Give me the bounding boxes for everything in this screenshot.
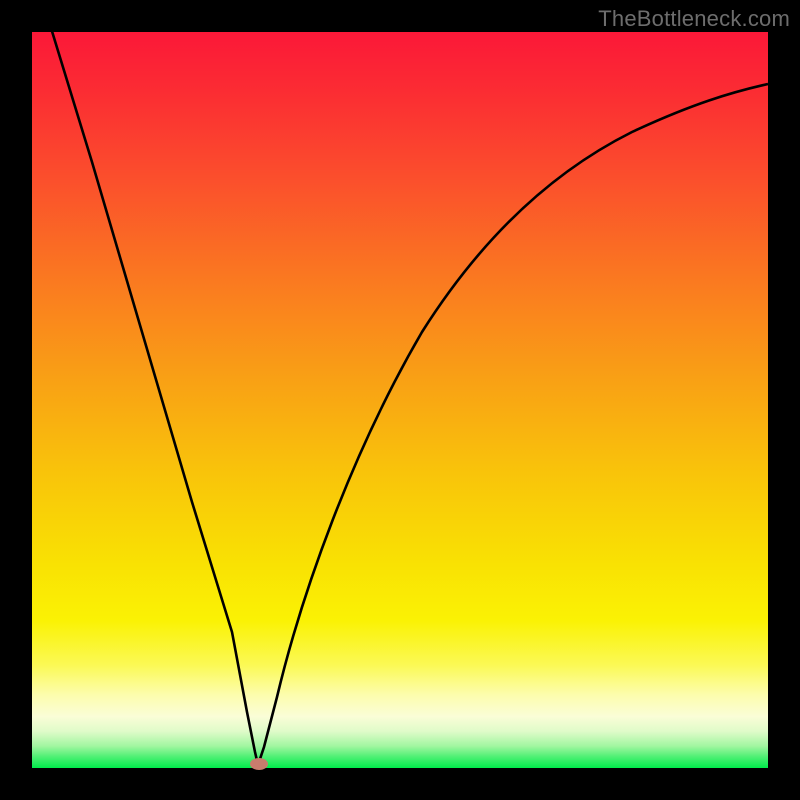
plot-area (32, 32, 768, 768)
watermark-text: TheBottleneck.com (598, 6, 790, 32)
chart-frame: TheBottleneck.com (0, 0, 800, 800)
min-marker (32, 32, 768, 768)
